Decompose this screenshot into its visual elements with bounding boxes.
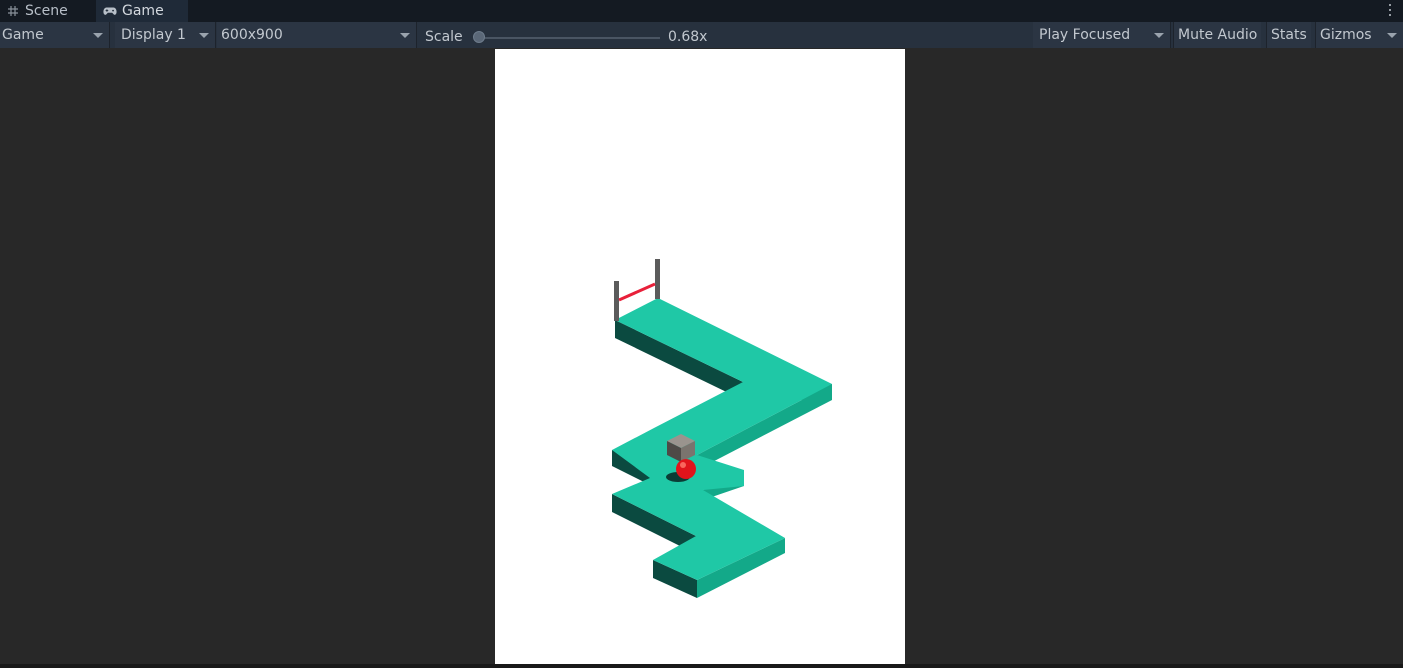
game-scene	[612, 259, 832, 598]
gizmos-label: Gizmos	[1320, 27, 1372, 43]
scale-slider-track[interactable]	[480, 37, 660, 39]
gate-post-right	[655, 259, 660, 299]
gate-post-left	[614, 281, 619, 321]
display-dropdown[interactable]: Display 1	[115, 22, 216, 48]
tab-game-label: Game	[122, 3, 164, 19]
stats-button[interactable]: Stats	[1266, 22, 1311, 48]
chevron-down-icon	[1387, 33, 1397, 38]
play-mode-label: Play Focused	[1039, 27, 1131, 43]
scale-label: Scale	[425, 29, 463, 45]
chevron-down-icon	[93, 33, 103, 38]
scale-slider-handle[interactable]	[473, 31, 485, 43]
ball-highlight	[680, 462, 686, 468]
player-ball	[676, 459, 696, 479]
gamepad-icon	[103, 4, 117, 18]
grid-icon	[6, 4, 20, 18]
bottom-border	[0, 664, 1403, 668]
resolution-label: 600x900	[221, 27, 283, 43]
tab-bar: Scene Game	[0, 0, 1403, 22]
chevron-down-icon	[199, 33, 209, 38]
resolution-dropdown[interactable]: 600x900	[217, 22, 417, 48]
mute-audio-button[interactable]: Mute Audio	[1173, 22, 1262, 48]
chevron-down-icon	[400, 33, 410, 38]
more-options-icon[interactable]	[1387, 2, 1393, 18]
tab-scene[interactable]: Scene	[6, 0, 68, 22]
view-mode-dropdown[interactable]: Game	[0, 22, 110, 48]
view-mode-label: Game	[2, 27, 44, 43]
game-viewport[interactable]	[495, 49, 905, 664]
display-label: Display 1	[121, 27, 186, 43]
scale-value: 0.68x	[668, 29, 708, 45]
chevron-down-icon	[1154, 33, 1164, 38]
gizmos-dropdown[interactable]: Gizmos	[1315, 22, 1403, 48]
tab-game[interactable]: Game	[96, 0, 188, 22]
finish-line	[618, 282, 656, 302]
tab-scene-label: Scene	[25, 3, 68, 19]
play-mode-dropdown[interactable]: Play Focused	[1033, 22, 1171, 48]
